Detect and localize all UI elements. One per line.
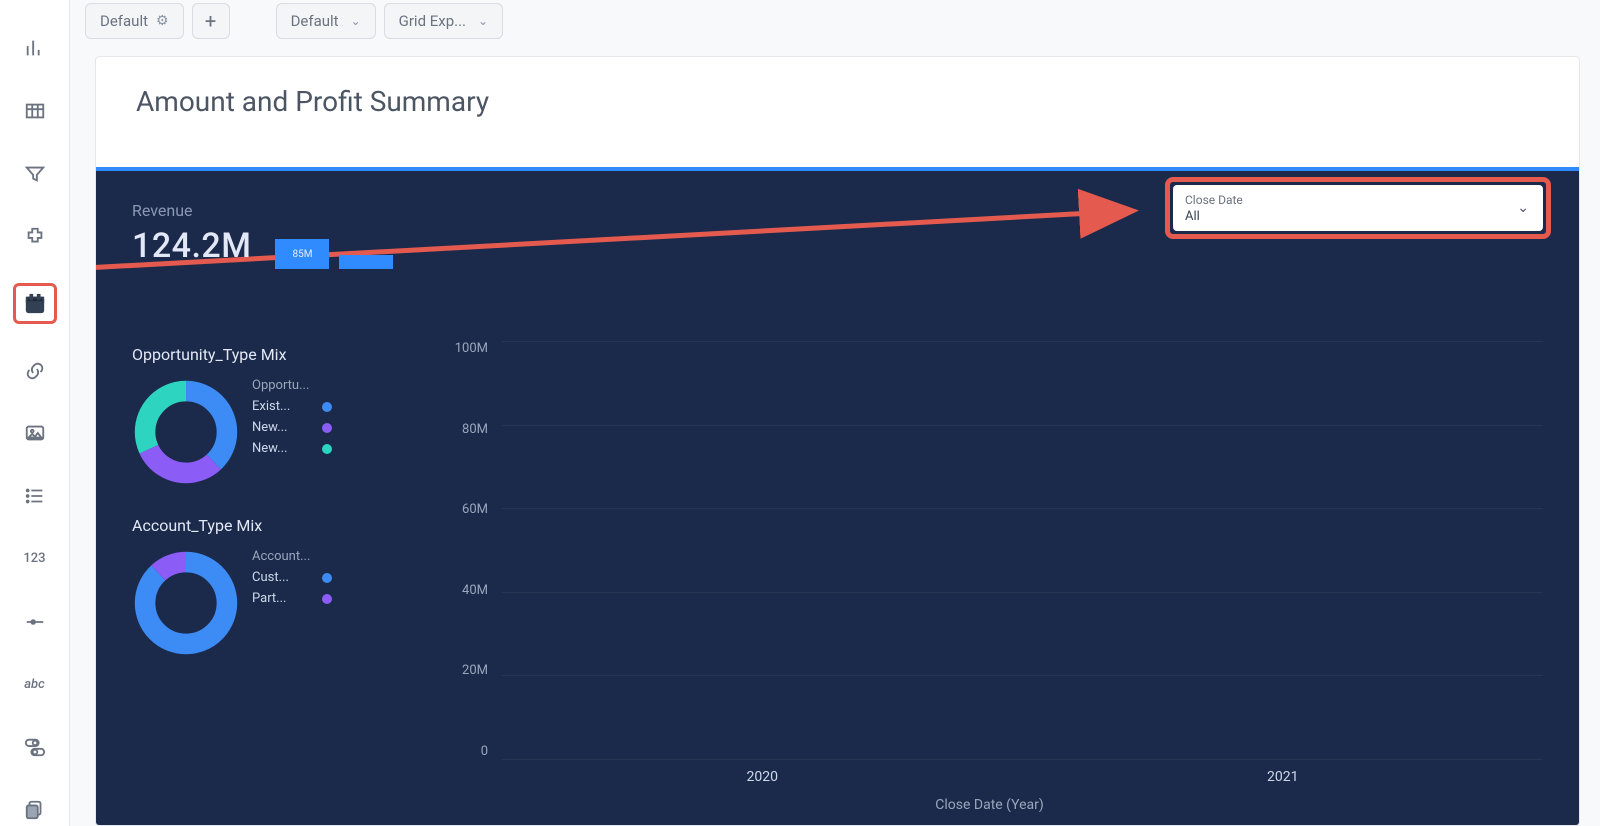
table-icon[interactable]: [17, 95, 53, 128]
select-default-label: Default: [291, 12, 339, 30]
chevron-down-icon: ⌄: [478, 14, 488, 28]
legend-label: Part...: [252, 591, 286, 606]
y-tick: 0: [436, 744, 488, 759]
bar-chart-bars: [502, 341, 1543, 759]
close-date-bar-chart: 100M 80M 60M 40M 20M 0 20202021 Close Date (Y…: [436, 341, 1543, 815]
y-tick: 80M: [436, 422, 488, 437]
link-icon[interactable]: [17, 354, 53, 387]
close-date-filter-label: Close Date: [1185, 193, 1531, 207]
legend-item[interactable]: New...: [252, 420, 332, 435]
legend-swatch: [322, 573, 332, 583]
legend-item[interactable]: Part...: [252, 591, 332, 606]
page-title: Amount and Profit Summary: [96, 57, 1579, 142]
legend-swatch: [322, 402, 332, 412]
mini-bar-2: [339, 255, 393, 269]
legend-label: Exist...: [252, 399, 290, 414]
legend-swatch: [322, 423, 332, 433]
legend-swatch: [322, 594, 332, 604]
main-panel: Amount and Profit Summary Revenue 124.2M…: [95, 56, 1580, 826]
date-widget-icon[interactable]: 12: [13, 283, 57, 324]
opportunity-legend-head: Opportu...: [252, 378, 332, 393]
add-tab-button[interactable]: +: [192, 3, 230, 39]
bar-chart-yaxis: 100M 80M 60M 40M 20M 0: [436, 341, 496, 759]
legend-item[interactable]: New...: [252, 441, 332, 456]
x-category: 2020: [502, 769, 1023, 785]
legend-swatch: [322, 444, 332, 454]
top-tab-strip: Default ⚙ + Default ⌄ Grid Exp... ⌄: [85, 0, 1580, 40]
select-grid-exp-label: Grid Exp...: [399, 12, 466, 30]
opportunity-type-mix: Opportunity_Type Mix Opportu... Exist...…: [132, 345, 392, 486]
x-category: 2021: [1023, 769, 1544, 785]
plus-icon: +: [205, 9, 216, 33]
slider-icon[interactable]: [17, 605, 53, 638]
left-icon-rail: 12 123 abc: [0, 0, 70, 826]
text-icon[interactable]: abc: [17, 668, 53, 701]
y-tick: 100M: [436, 341, 488, 356]
filter-icon[interactable]: [17, 157, 53, 190]
image-icon[interactable]: [17, 417, 53, 450]
opportunity-donut-chart: [132, 378, 240, 486]
tab-default[interactable]: Default ⚙: [85, 3, 184, 39]
revenue-label: Revenue: [132, 201, 251, 220]
chevron-down-icon: ⌄: [1517, 200, 1529, 216]
list-icon[interactable]: [17, 480, 53, 513]
bar-chart-xlabel: Close Date (Year): [436, 797, 1543, 813]
y-tick: 20M: [436, 663, 488, 678]
legend-label: New...: [252, 420, 287, 435]
legend-item[interactable]: Exist...: [252, 399, 332, 414]
revenue-value: 124.2M: [132, 226, 251, 266]
opportunity-legend: Opportu... Exist... New... New...: [252, 378, 332, 462]
select-default[interactable]: Default ⌄: [276, 3, 376, 39]
close-date-filter[interactable]: Close Date All ⌄: [1173, 185, 1543, 231]
account-type-mix: Account_Type Mix Account... Cust... Part.…: [132, 516, 392, 657]
legend-label: New...: [252, 441, 287, 456]
number-icon[interactable]: 123: [17, 542, 53, 575]
legend-item[interactable]: Cust...: [252, 570, 332, 585]
svg-text:12: 12: [30, 301, 38, 310]
account-legend-head: Account...: [252, 549, 332, 564]
revenue-sparkline: 85M: [275, 219, 393, 269]
pages-icon[interactable]: [17, 793, 53, 826]
opportunity-donut-title: Opportunity_Type Mix: [132, 345, 392, 364]
dashboard-canvas: Revenue 124.2M 85M Close Date All ⌄ Oppo…: [96, 167, 1579, 825]
select-grid-exp[interactable]: Grid Exp... ⌄: [384, 3, 503, 39]
component-icon[interactable]: [17, 220, 53, 253]
toggle-icon[interactable]: [17, 731, 53, 764]
bar-chart-xaxis: 20202021: [502, 769, 1543, 785]
tab-default-label: Default: [100, 12, 148, 30]
account-donut-title: Account_Type Mix: [132, 516, 392, 535]
revenue-kpi: Revenue 124.2M: [132, 201, 251, 266]
chart-bar-icon[interactable]: [17, 32, 53, 65]
y-tick: 40M: [436, 583, 488, 598]
legend-label: Cust...: [252, 570, 289, 585]
chevron-down-icon: ⌄: [351, 14, 361, 28]
y-tick: 60M: [436, 502, 488, 517]
mini-bar-1: 85M: [275, 239, 329, 269]
close-date-filter-value: All: [1185, 209, 1531, 224]
account-legend: Account... Cust... Part...: [252, 549, 332, 612]
donut-column: Opportunity_Type Mix Opportu... Exist...…: [132, 345, 392, 815]
gear-icon: ⚙: [156, 13, 169, 29]
account-donut-chart: [132, 549, 240, 657]
